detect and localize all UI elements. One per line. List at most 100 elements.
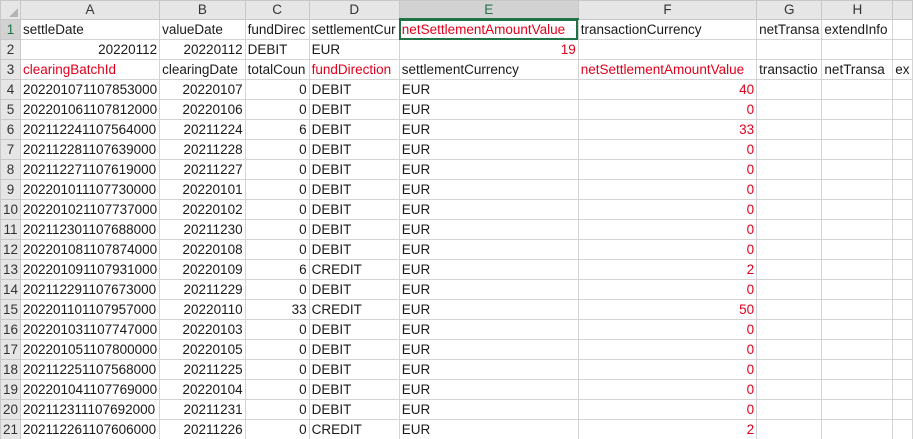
cell[interactable]: EUR [398, 179, 579, 200]
cell[interactable]: EUR [398, 359, 579, 380]
row-header[interactable]: 16 [0, 319, 21, 340]
cell[interactable]: 202201011107730000 [19, 179, 161, 200]
cell[interactable]: 0 [577, 99, 758, 120]
cell[interactable]: 0 [244, 199, 310, 220]
cell[interactable]: 0 [244, 79, 310, 100]
cell[interactable]: 0 [577, 199, 758, 220]
cell[interactable]: 40 [577, 79, 758, 100]
cell[interactable]: netTransa [756, 18, 823, 40]
cell[interactable]: DEBIT [308, 379, 400, 400]
cell[interactable] [821, 359, 894, 380]
cell[interactable] [892, 39, 913, 60]
cell[interactable] [821, 339, 894, 360]
cell[interactable]: 20211231 [159, 399, 246, 420]
cell[interactable]: EUR [398, 99, 579, 120]
cell[interactable] [821, 239, 894, 260]
cell[interactable]: 20220104 [159, 379, 246, 400]
cell[interactable]: 20220112 [159, 39, 246, 60]
cell[interactable] [756, 119, 823, 140]
cell[interactable]: 0 [244, 159, 310, 180]
cell[interactable]: 20211228 [159, 139, 246, 160]
cell[interactable]: netTransa [821, 59, 894, 80]
cell[interactable]: totalCoun [244, 59, 310, 80]
cell[interactable] [756, 359, 823, 380]
cell[interactable]: 0 [244, 359, 310, 380]
cell[interactable] [892, 259, 913, 280]
cell[interactable]: 0 [244, 179, 310, 200]
cell[interactable]: 0 [577, 159, 758, 180]
row-header[interactable]: 4 [0, 79, 21, 100]
cell[interactable]: DEBIT [308, 319, 400, 340]
cell[interactable] [756, 199, 823, 220]
cell[interactable]: 0 [244, 319, 310, 340]
cell[interactable]: 202112311107692000 [19, 399, 161, 420]
row-header[interactable]: 21 [0, 419, 21, 439]
cell[interactable]: DEBIT [244, 39, 310, 60]
cell[interactable]: EUR [398, 399, 579, 420]
row-header[interactable]: 3 [0, 59, 21, 80]
cell[interactable] [892, 18, 913, 40]
cell[interactable] [892, 399, 913, 420]
column-header-c[interactable]: C [244, 0, 310, 20]
cell[interactable]: CREDIT [308, 419, 400, 439]
cell[interactable]: 202201091107931000 [19, 259, 161, 280]
cell[interactable] [821, 419, 894, 439]
cell[interactable] [892, 299, 913, 320]
cell[interactable] [892, 279, 913, 300]
cell[interactable]: netSettlementAmountValue [577, 59, 758, 80]
cell[interactable]: 19 [398, 39, 579, 60]
cell[interactable]: 20211229 [159, 279, 246, 300]
cell[interactable] [756, 259, 823, 280]
column-header-d[interactable]: D [308, 0, 400, 20]
cell[interactable] [756, 139, 823, 160]
cell[interactable]: EUR [398, 239, 579, 260]
cell[interactable]: 2 [577, 259, 758, 280]
cell[interactable] [756, 299, 823, 320]
cell[interactable]: 202201031107747000 [19, 319, 161, 340]
cell[interactable]: DEBIT [308, 79, 400, 100]
cell[interactable] [892, 319, 913, 340]
cell[interactable]: 0 [244, 339, 310, 360]
cell[interactable]: EUR [398, 79, 579, 100]
column-header-a[interactable]: A [19, 0, 161, 20]
cell[interactable]: 0 [577, 219, 758, 240]
cell[interactable] [821, 159, 894, 180]
cell[interactable]: 0 [244, 99, 310, 120]
cell[interactable]: 20220106 [159, 99, 246, 120]
cell[interactable]: 202201061107812000 [19, 99, 161, 120]
cell[interactable]: 0 [577, 179, 758, 200]
row-header[interactable]: 1 [0, 18, 21, 40]
cell[interactable] [821, 399, 894, 420]
cell[interactable]: EUR [398, 119, 579, 140]
cell[interactable]: 202201041107769000 [19, 379, 161, 400]
cell[interactable] [577, 39, 758, 60]
row-header[interactable]: 10 [0, 199, 21, 220]
cell[interactable]: DEBIT [308, 119, 400, 140]
cell[interactable] [756, 39, 823, 60]
cell[interactable] [821, 279, 894, 300]
cell[interactable]: DEBIT [308, 239, 400, 260]
cell[interactable]: 202201051107800000 [19, 339, 161, 360]
column-header-e[interactable]: E [398, 0, 579, 20]
cell[interactable]: 20220112 [19, 39, 161, 60]
cell[interactable]: DEBIT [308, 279, 400, 300]
cell[interactable] [821, 379, 894, 400]
cell[interactable] [756, 339, 823, 360]
cell[interactable] [892, 199, 913, 220]
cell[interactable] [892, 119, 913, 140]
cell[interactable]: EUR [398, 279, 579, 300]
cell[interactable]: 0 [577, 379, 758, 400]
row-header[interactable]: 12 [0, 239, 21, 260]
cell[interactable]: 33 [244, 299, 310, 320]
cell[interactable]: 202112241107564000 [19, 119, 161, 140]
select-all-button[interactable] [0, 0, 21, 20]
cell[interactable]: clearingBatchId [19, 59, 161, 80]
cell[interactable] [756, 239, 823, 260]
cell[interactable] [756, 379, 823, 400]
cell[interactable]: 20211225 [159, 359, 246, 380]
cell[interactable] [756, 319, 823, 340]
cell[interactable] [892, 139, 913, 160]
cell[interactable]: clearingDate [159, 59, 246, 80]
cell[interactable]: DEBIT [308, 139, 400, 160]
cell[interactable]: fundDirec [244, 18, 310, 40]
